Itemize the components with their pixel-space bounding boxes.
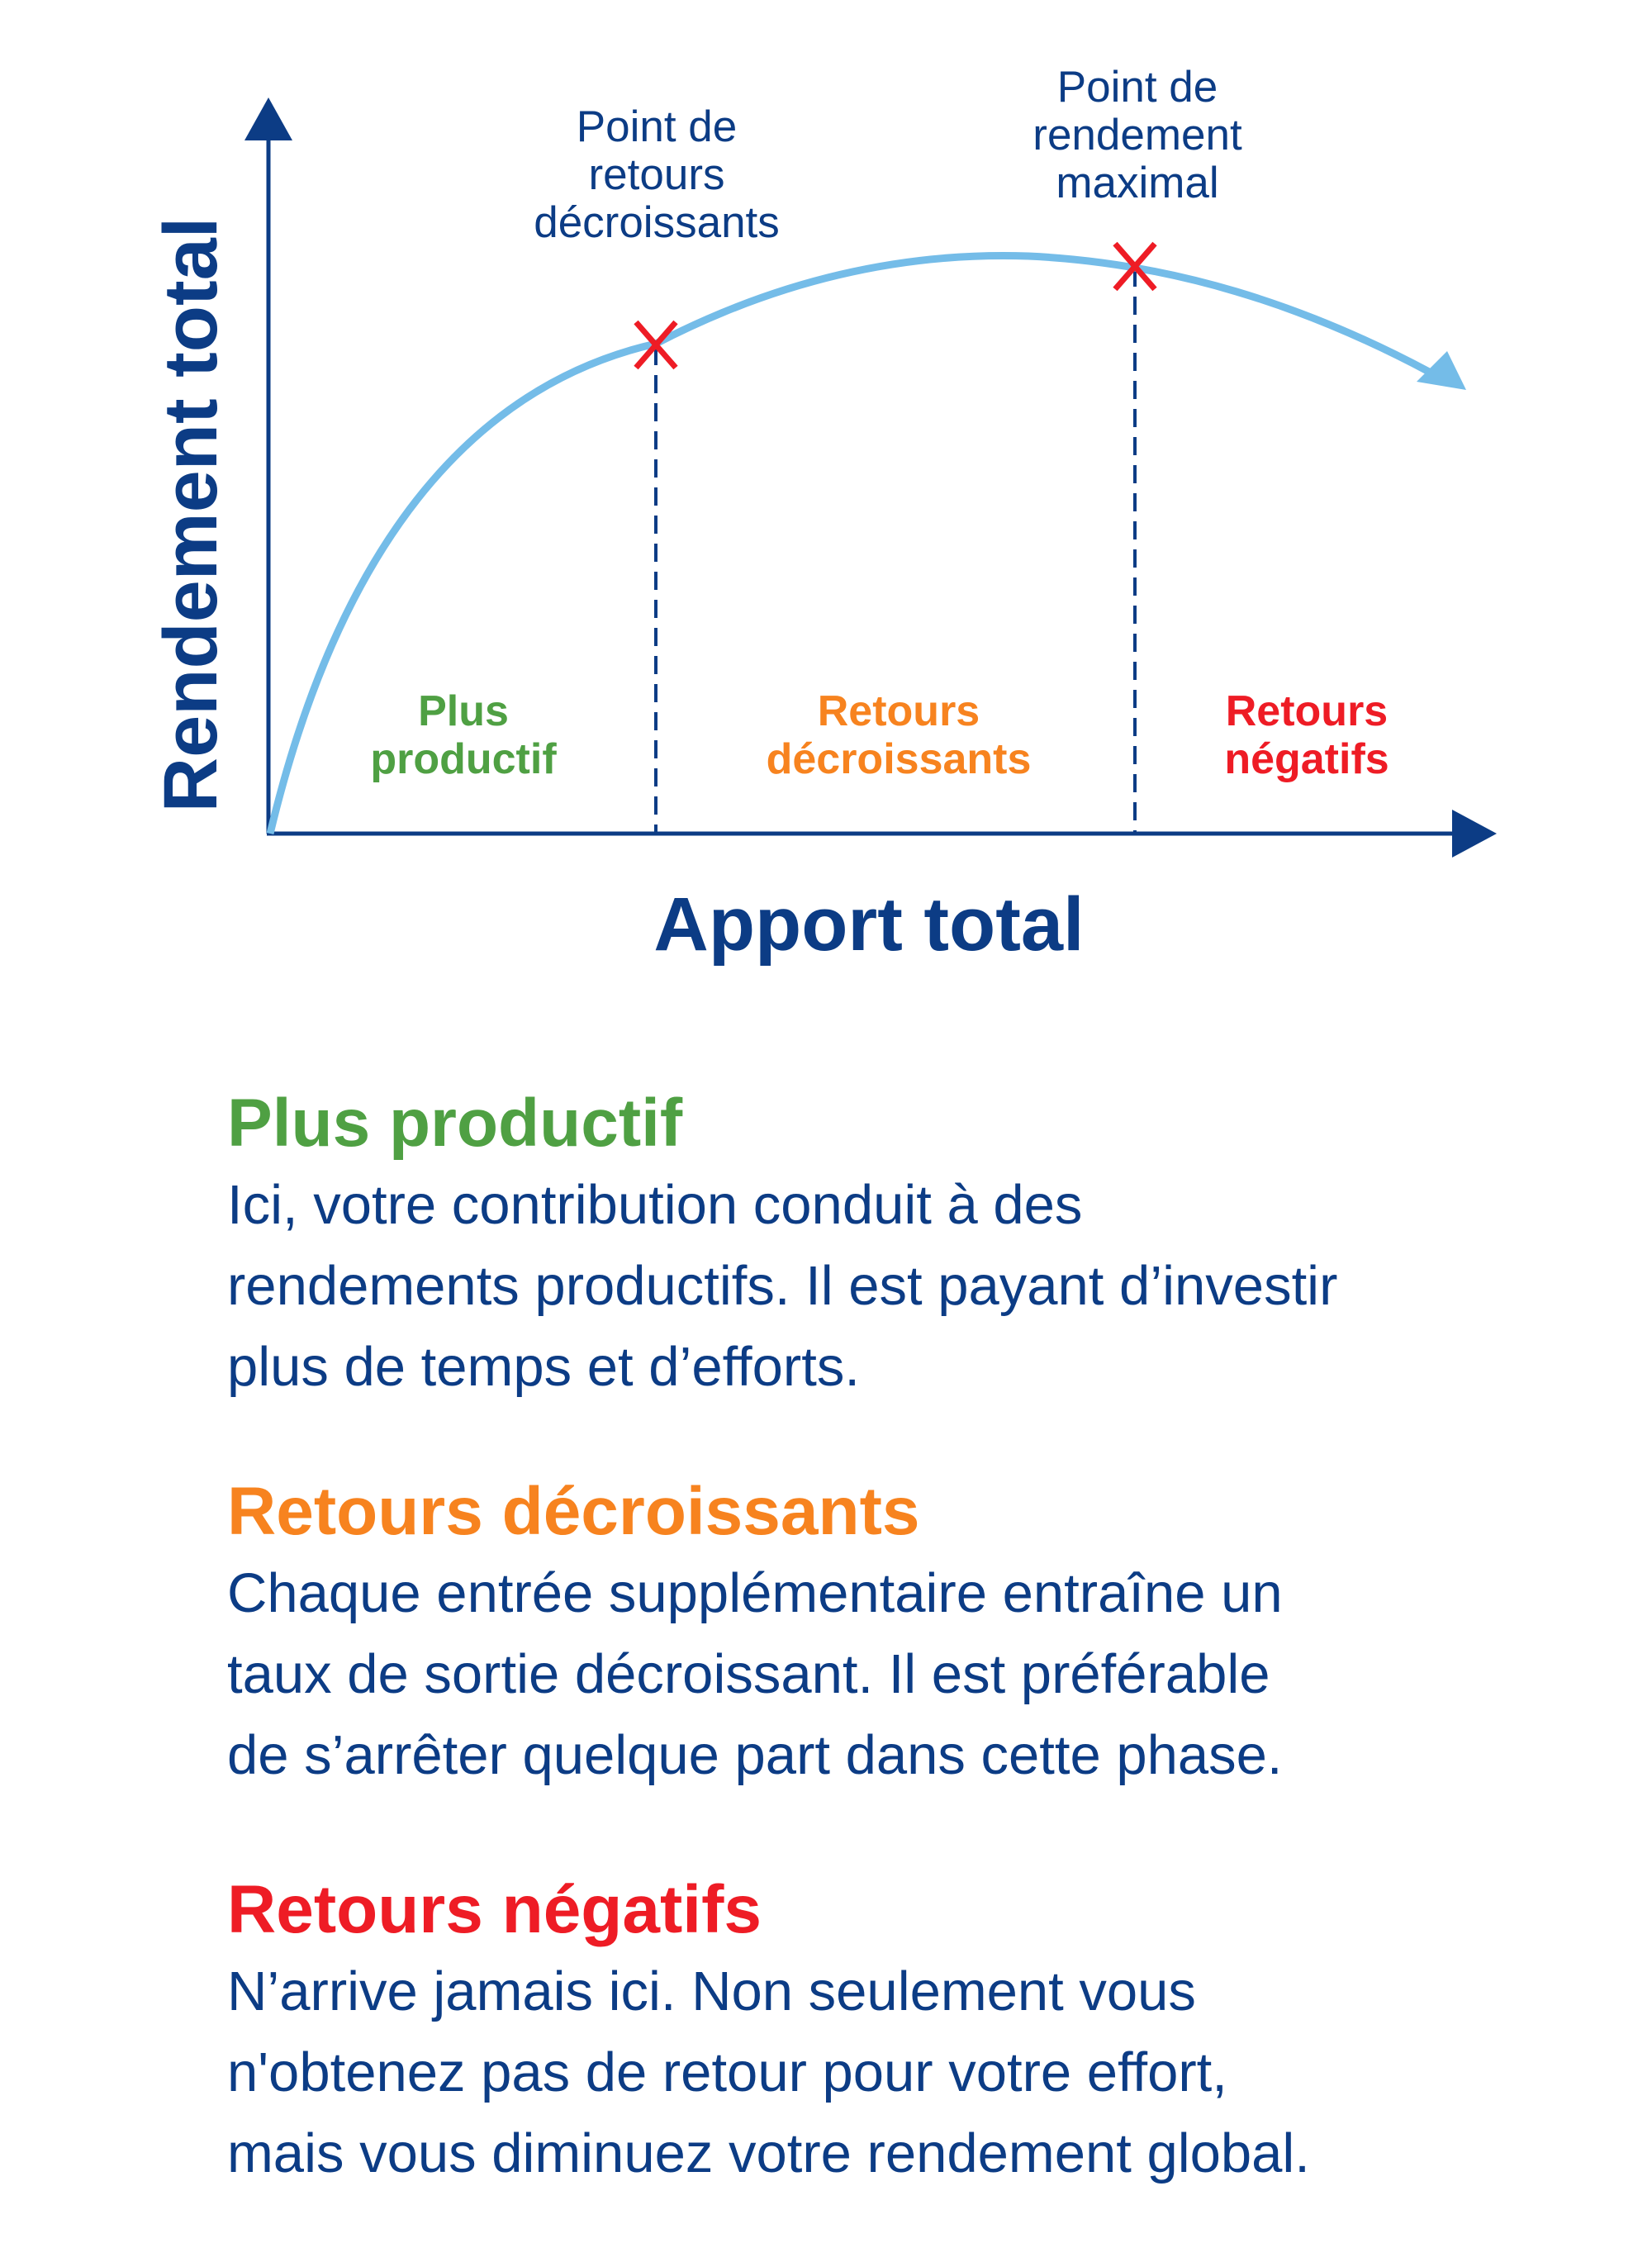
zone-label-negative: Retours négatifs xyxy=(1224,687,1389,783)
section-line: plus de temps et d’efforts. xyxy=(227,1336,860,1398)
section-line: n'obtenez pas de retour pour votre effor… xyxy=(227,2041,1227,2103)
diagram: Point de retours décroissants Point de rend… xyxy=(149,63,1497,967)
marker-label-maximum: Point de rendement maximal xyxy=(1032,63,1242,207)
section-line: Ici, votre contribution conduit à des xyxy=(227,1174,1083,1236)
section-line: N’arrive jamais ici. Non seulement vous xyxy=(227,1960,1196,2022)
section-line: taux de sortie décroissant. Il est préfé… xyxy=(227,1643,1270,1705)
section-line: rendements productifs. Il est payant d’i… xyxy=(227,1255,1338,1317)
section-title: Retours négatifs xyxy=(227,1872,762,1947)
x-axis-label: Apport total xyxy=(653,882,1084,967)
section-line: de s’arrêter quelque part dans cette pha… xyxy=(227,1724,1283,1786)
marker-label-diminishing: Point de retours décroissants xyxy=(534,102,780,247)
section-line: Chaque entrée supplémentaire entraîne un xyxy=(227,1562,1283,1624)
zone-label-productive: Plus productif xyxy=(370,687,557,783)
x-axis-arrow xyxy=(1452,810,1497,858)
y-axis-arrow xyxy=(244,97,292,140)
section-line: mais vous diminuez votre rendement globa… xyxy=(227,2122,1310,2184)
section-productive: Plus productif Ici, votre contribution c… xyxy=(227,1082,1631,1408)
section-diminishing: Retours décroissants Chaque entrée suppl… xyxy=(227,1471,1631,1796)
section-negative: Retours négatifs N’arrive jamais ici. No… xyxy=(227,1869,1631,2194)
y-axis-label: Rendement total xyxy=(149,217,233,813)
zone-label-diminishing: Retours décroissants xyxy=(767,687,1032,783)
section-title: Retours décroissants xyxy=(227,1474,920,1549)
section-title: Plus productif xyxy=(227,1086,683,1161)
